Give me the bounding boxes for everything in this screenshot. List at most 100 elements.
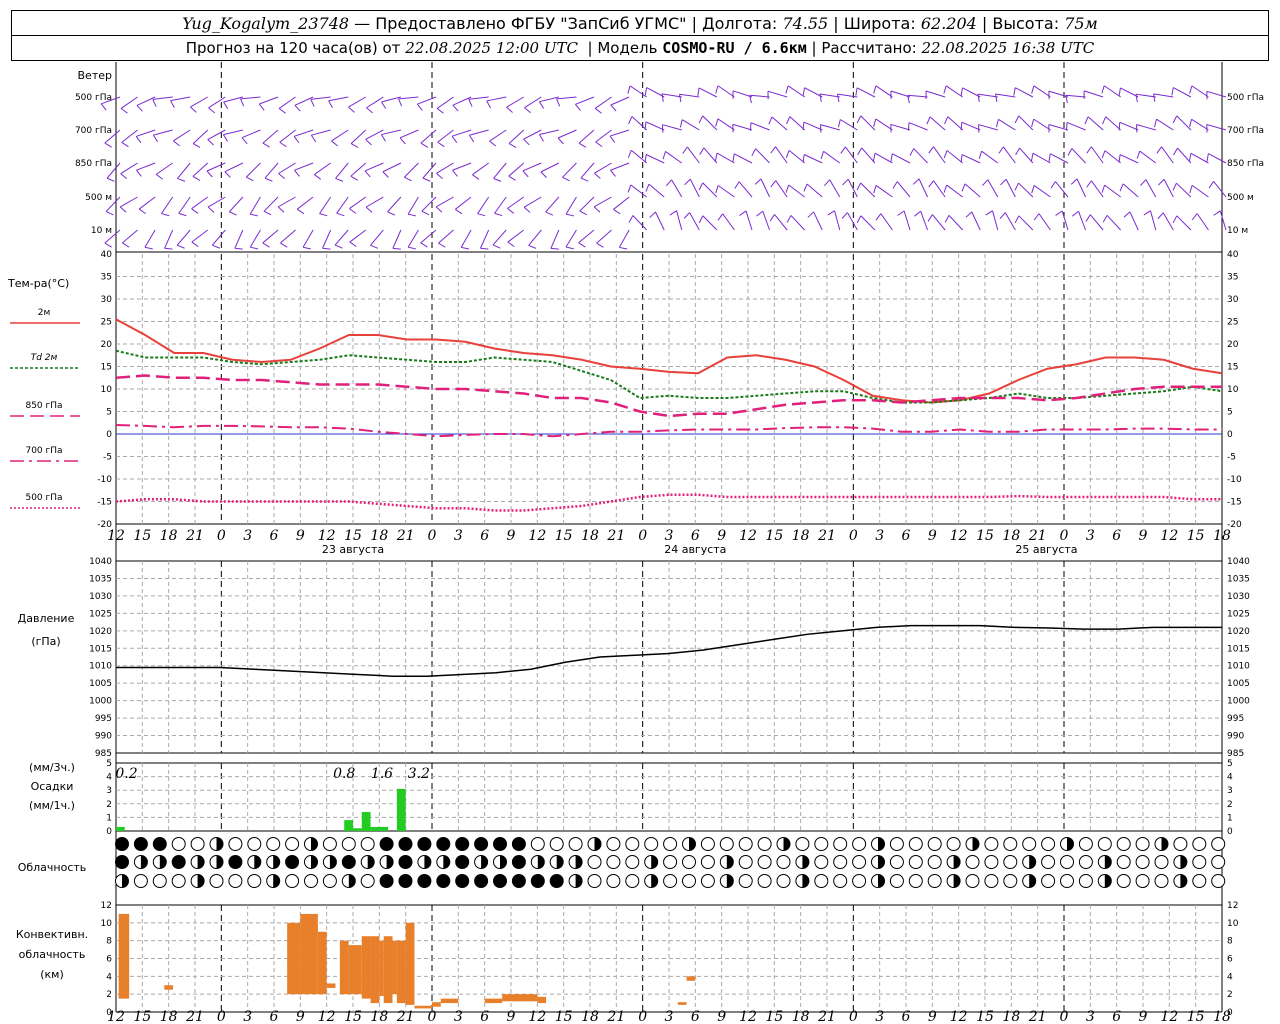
cloud-cover-half <box>802 855 809 869</box>
prec-ytick-right: 1 <box>1227 813 1233 823</box>
cloud-cover-circle <box>757 855 772 869</box>
wind-barb <box>1206 124 1227 131</box>
wind-barb <box>661 93 682 98</box>
wind-barb-feather <box>279 141 287 148</box>
wind-barb <box>1076 178 1087 198</box>
wind-barb <box>1083 90 1104 98</box>
pres-ytick: 1030 <box>89 592 112 602</box>
wind-barb <box>689 212 700 231</box>
cloud-cover-circle <box>228 855 243 869</box>
wind-barb-feather <box>1206 153 1209 162</box>
wind-barb <box>774 214 788 231</box>
wind-barb-feather <box>768 116 773 125</box>
wind-barb <box>788 149 805 164</box>
wind-barb-feather <box>1153 119 1157 128</box>
wind-barb-feather <box>136 105 143 112</box>
cloud-cover-half <box>575 855 583 869</box>
wind-barb-feather <box>404 176 412 182</box>
wind-barb <box>1208 153 1227 164</box>
cloud-cover-half <box>651 874 658 888</box>
wind-barb-feather <box>856 215 862 224</box>
wind-barb <box>995 93 1016 98</box>
x-tick-label: 3 <box>243 528 252 544</box>
x-tick-label: 6 <box>691 528 700 544</box>
wind-barb-feather <box>897 210 905 216</box>
wind-barb <box>613 196 630 210</box>
wind-barb <box>191 196 209 210</box>
wind-barb <box>122 229 138 244</box>
wind-barb <box>492 229 507 246</box>
conv-ytick: 10 <box>101 919 113 929</box>
x-tick-label-bottom: 21 <box>606 1009 625 1024</box>
wind-barb-feather <box>645 183 650 192</box>
x-tick-label-bottom: 6 <box>270 1009 279 1024</box>
wind-barb <box>1014 87 1034 98</box>
wind-barb <box>398 96 419 100</box>
wind-barb-feather <box>978 151 983 159</box>
wind-barb-feather <box>370 244 379 249</box>
wind-barb-feather <box>627 150 632 158</box>
cloud-cover-circle <box>568 837 583 851</box>
cloud-cover-circle <box>398 855 413 869</box>
wind-barb-feather <box>999 212 1006 219</box>
wind-barb-feather <box>468 134 475 143</box>
wind-barb-feather <box>136 169 142 177</box>
temp-ytick: 0 <box>106 430 112 440</box>
wind-barb-feather <box>856 115 862 124</box>
wind-barb <box>370 229 384 246</box>
wind-barb-feather <box>1086 146 1092 154</box>
wind-barb <box>575 96 595 105</box>
wind-barb <box>310 96 331 100</box>
temp-ytick-right: 0 <box>1227 430 1233 440</box>
wind-barb-feather <box>1055 210 1063 216</box>
x-tick-label: 18 <box>1002 528 1020 544</box>
precip-unit-1h: (мм/1ч.) <box>29 799 75 812</box>
cloud-cover-half <box>1161 837 1169 851</box>
wind-barb <box>998 118 1016 131</box>
wind-barb-feather <box>928 180 934 188</box>
temp-legend-label: Td 2м <box>31 353 58 363</box>
wind-barb <box>155 162 173 175</box>
wind-barb-feather <box>387 211 396 216</box>
wind-barb <box>618 229 630 248</box>
wind-barb <box>392 229 402 249</box>
cloud-cover-circle <box>738 855 753 869</box>
wind-barb-feather <box>100 103 107 111</box>
wind-barb <box>732 123 753 131</box>
wind-barb-feather <box>1085 214 1091 222</box>
wind-barb-feather <box>540 171 547 178</box>
cloud-cover-circle <box>1003 874 1018 888</box>
cloud-cover-half <box>1104 874 1112 888</box>
x-tick-label: 21 <box>396 528 415 544</box>
wind-barb-feather <box>494 212 503 217</box>
wind-barb-feather <box>420 242 428 248</box>
wind-barb-feather <box>803 183 808 192</box>
wind-barb <box>913 148 928 164</box>
wind-barb <box>319 196 332 214</box>
wind-barb <box>422 162 437 179</box>
wind-barb-feather <box>1101 150 1106 159</box>
wind-barb <box>479 229 490 249</box>
conv-bar <box>317 931 327 995</box>
wind-barb <box>1176 215 1192 231</box>
x-tick-label-bottom: 6 <box>691 1009 700 1024</box>
wind-barb <box>1091 146 1104 164</box>
conv-bar <box>383 936 393 1004</box>
wind-barb-feather <box>1014 182 1019 191</box>
x-tick-label: 18 <box>581 528 599 544</box>
wind-barb-feather <box>164 247 173 250</box>
x-tick-label: 12 <box>739 528 757 544</box>
wind-barb <box>407 196 419 215</box>
wind-barb-feather <box>698 115 704 124</box>
cloud-cover-circle <box>927 874 942 888</box>
cloud-cover-circle <box>474 837 489 851</box>
cloud-cover-circle <box>606 855 621 869</box>
wind-barb-feather <box>1172 215 1178 224</box>
cloud-cover-circle <box>1022 837 1037 851</box>
cloud-cover-circle <box>417 837 432 851</box>
wind-barb <box>632 215 648 231</box>
wind-barb <box>856 87 876 98</box>
cloud-cover-circle <box>776 855 791 869</box>
x-tick-label-bottom: 6 <box>902 1009 911 1024</box>
cloud-cover-circle <box>285 855 300 869</box>
